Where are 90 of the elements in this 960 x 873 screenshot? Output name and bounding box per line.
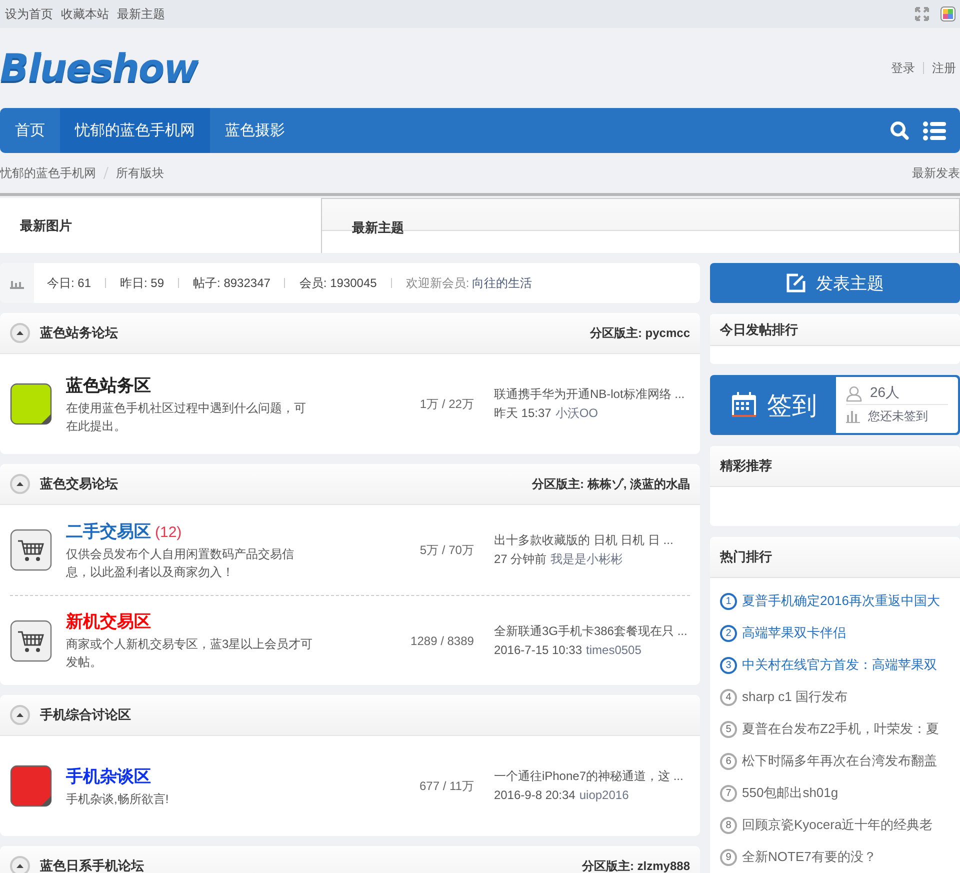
menu-icon[interactable] (923, 120, 946, 140)
post-counts: 1万 / 22万 (418, 396, 474, 412)
new-post-count: (12) (155, 524, 182, 540)
author-link[interactable]: times0505 (586, 642, 642, 656)
search-icon[interactable] (890, 121, 909, 140)
forum-description: 在使用蓝色手机社区过程中遇到什么问题，可在此提出。 (66, 400, 307, 434)
content-tab[interactable]: 最新主题 (321, 198, 960, 253)
hot-topic-link[interactable]: 9 全新NOTE7有要的没？ (720, 848, 950, 866)
breadcrumb-separator-icon (102, 166, 110, 180)
rank-number: 5 (720, 720, 737, 738)
hot-topic-link[interactable]: 3 中关村在线官方首发：高端苹果双 (720, 656, 950, 674)
section-title: 蓝色交易论坛 (40, 475, 119, 493)
last-post-time: 2016-9-8 20:34 (494, 788, 576, 802)
section-title: 蓝色站务论坛 (40, 324, 119, 342)
author-link[interactable]: 我是是小彬彬 (550, 552, 623, 566)
note-icon (10, 383, 52, 425)
shopping-cart-icon (10, 529, 52, 571)
site-logo[interactable]: Blueshow (0, 46, 198, 90)
stat-text: 昨日: 59 (120, 274, 164, 292)
last-post-link[interactable]: 一个通往iPhone7的神秘通道，这 ... (494, 767, 690, 786)
section-moderators: 分区版主: 栋栋ゾ, 淡蓝的水晶 (532, 476, 690, 492)
welcome-label: 欢迎新会员: (406, 274, 470, 292)
collapse-icon[interactable] (10, 474, 30, 494)
hot-topic-link[interactable]: 1 夏普手机确定2016再次重返中国大 (720, 592, 950, 610)
hot-topic-link[interactable]: 8 回顾京瓷Kyocera近十年的经典老 (720, 816, 950, 834)
last-post-link[interactable]: 全新联通3G手机卡386套餐现在只 ... (494, 622, 690, 640)
forum-description: 仅供会员发布个人自用闲置数码产品交易信息，以此盈利者以及商家勿入！ (66, 546, 295, 580)
top-link[interactable]: 设为首页 (5, 6, 53, 22)
author-link[interactable]: 小沃OO (555, 406, 598, 420)
collapse-icon[interactable] (10, 323, 30, 343)
stat-text: 今日: 61 (47, 274, 92, 292)
post-counts: 5万 / 70万 (418, 542, 474, 558)
forum-title[interactable]: 手机杂谈区 (66, 764, 151, 788)
bar-chart-icon (846, 410, 860, 423)
checkin-status: 您还未签到 (868, 408, 928, 425)
last-post-time: 昨天 15:37 (494, 406, 552, 420)
shopping-cart-icon (10, 620, 52, 662)
rank-number: 1 (720, 592, 737, 610)
section-title: 蓝色日系手机论坛 (40, 857, 145, 873)
forum-description: 手机杂谈,畅所欲言! (66, 790, 170, 808)
checkin-count: 26人 (870, 384, 900, 402)
forum-title[interactable]: 二手交易区 (66, 520, 151, 542)
nav-tab[interactable]: 蓝色摄影 (210, 108, 300, 153)
new-topic-button[interactable]: 发表主题 (710, 263, 960, 303)
breadcrumb-link[interactable]: 所有版块 (116, 164, 164, 182)
user-icon (846, 384, 862, 402)
section-moderators: 分区版主: zlzmy888 (582, 858, 690, 873)
last-post-link[interactable]: 联通携手华为开通NB-lot标准网络 ... (494, 385, 690, 404)
post-counts: 677 / 11万 (418, 778, 474, 794)
forum-title[interactable]: 蓝色站务区 (66, 374, 151, 396)
rank-number: 9 (720, 848, 737, 866)
top-link[interactable]: 最新主题 (117, 6, 165, 22)
member-link[interactable]: 向往的生活 (472, 274, 532, 292)
color-palette-icon[interactable] (940, 6, 956, 22)
hot-topic-link[interactable]: 4 sharp c1 国行发布 (720, 688, 950, 706)
hot-topic-link[interactable]: 6 松下时隔多年再次在台湾发布翻盖 (720, 752, 950, 770)
hot-topic-link[interactable]: 2 高端苹果双卡伴侣 (720, 624, 950, 642)
latest-posts-link[interactable]: 最新发表 (912, 164, 960, 182)
account-link[interactable]: 注册 (932, 60, 956, 76)
breadcrumb-link[interactable]: 忧郁的蓝色手机网 (0, 164, 96, 182)
nav-tab[interactable]: 忧郁的蓝色手机网 (60, 108, 210, 153)
hot-topic-link[interactable]: 5 夏普在台发布Z2手机，叶荣发：夏 (720, 720, 950, 738)
last-post-link[interactable]: 出十多款收藏版的 日机 日机 日 ... (494, 531, 690, 550)
author-link[interactable]: uiop2016 (579, 788, 629, 802)
account-link[interactable]: 登录 (891, 60, 915, 76)
nav-tab[interactable]: 首页 (0, 108, 60, 153)
rank-number: 7 (720, 784, 737, 802)
note-icon (10, 765, 52, 807)
forum-title[interactable]: 新机交易区 (66, 610, 151, 633)
checkin-button[interactable]: 签到 (712, 377, 836, 433)
edit-icon (786, 273, 806, 293)
rank-number: 2 (720, 624, 737, 642)
stat-text: 帖子: 8932347 (193, 274, 270, 292)
stat-text: 会员: 1930045 (299, 274, 377, 292)
last-post-time: 27 分钟前 (494, 552, 547, 566)
hot-topic-link[interactable]: 7 550包邮出sh01g (720, 784, 950, 802)
rank-number: 6 (720, 752, 737, 770)
rank-number: 8 (720, 816, 737, 834)
calendar-icon (731, 392, 757, 418)
section-moderators: 分区版主: pycmcc (590, 324, 690, 342)
top-link[interactable]: 收藏本站 (61, 6, 109, 22)
rank-number: 3 (720, 656, 737, 674)
collapse-icon[interactable] (10, 856, 30, 873)
post-counts: 1289 / 8389 (410, 634, 474, 648)
section-title: 手机综合讨论区 (40, 706, 132, 724)
last-post-time: 2016-7-15 10:33 (494, 642, 582, 656)
collapse-icon[interactable] (10, 705, 30, 725)
rank-number: 4 (720, 688, 737, 706)
forum-description: 商家或个人新机交易专区，蓝3星以上会员才可发帖。 (66, 636, 314, 671)
content-tab[interactable]: 最新图片 (0, 198, 321, 253)
